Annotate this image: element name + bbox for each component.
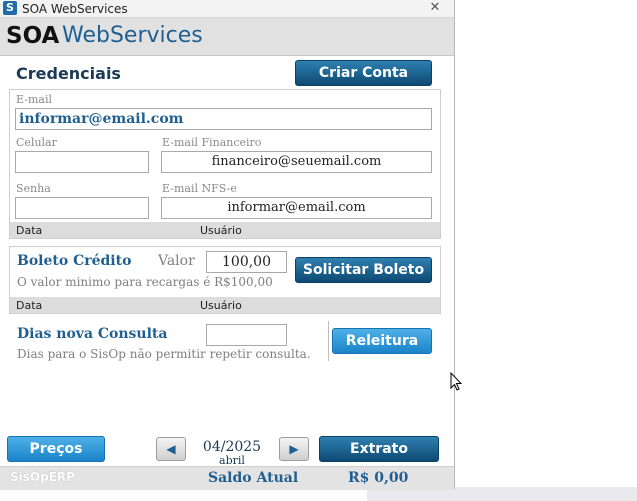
valor-label: Valor	[158, 253, 195, 269]
celular-field[interactable]	[15, 151, 149, 173]
close-icon[interactable]: ✕	[428, 1, 442, 15]
brand-secondary: WebServices	[62, 23, 203, 48]
valor-field[interactable]: 100,00	[206, 251, 287, 273]
boleto-grid-header: Data Usuário	[10, 297, 440, 313]
email-label: E-mail	[16, 93, 52, 106]
solicitar-boleto-button[interactable]: Solicitar Boleto	[295, 257, 432, 283]
email-field[interactable]: informar@email.com	[15, 108, 432, 130]
title-bar: S SOA WebServices ✕	[0, 0, 454, 18]
saldo-value: R$ 0,00	[348, 470, 409, 486]
brand-primary: SOA	[6, 23, 60, 49]
column-header-data[interactable]: Data	[16, 224, 42, 237]
chevron-left-icon: ◀	[166, 442, 176, 456]
period-label: 04/2025	[202, 439, 262, 455]
boleto-hint: O valor minimo para recargas é R$100,00	[17, 275, 273, 289]
senha-label: Senha	[16, 182, 51, 195]
previous-month-button[interactable]: ◀	[156, 437, 186, 461]
column-header-usuario[interactable]: Usuário	[200, 224, 242, 237]
releitura-button[interactable]: Releitura	[332, 328, 432, 354]
email-nfse-label: E-mail NFS-e	[162, 182, 237, 195]
column-header-data[interactable]: Data	[16, 299, 42, 312]
credenciais-heading: Credenciais	[16, 64, 121, 83]
saldo-label: Saldo Atual	[208, 470, 299, 486]
extrato-button[interactable]: Extrato	[319, 436, 439, 462]
consulta-hint: Dias para o SisOp não permitir repetir c…	[17, 347, 311, 361]
app-window: S SOA WebServices ✕ SOA WebServices Cred…	[0, 0, 455, 490]
status-bar: SisOpERP Saldo Atual R$ 0,00	[0, 466, 454, 490]
status-app-name: SisOpERP	[10, 470, 75, 484]
brand-header: SOA WebServices	[0, 18, 454, 56]
credentials-grid-header: Data Usuário	[10, 222, 440, 238]
column-header-usuario[interactable]: Usuário	[200, 299, 242, 312]
desktop-background	[456, 0, 637, 501]
email-financeiro-field[interactable]: financeiro@seuemail.com	[161, 151, 432, 173]
chevron-right-icon: ▶	[289, 442, 299, 456]
precos-button[interactable]: Preços	[7, 436, 105, 462]
next-month-button[interactable]: ▶	[279, 437, 309, 461]
senha-field[interactable]	[15, 197, 149, 219]
consulta-days-field[interactable]	[206, 324, 287, 346]
email-financeiro-label: E-mail Financeiro	[162, 136, 262, 149]
consulta-heading: Dias nova Consulta	[17, 326, 168, 342]
mouse-cursor-icon	[450, 372, 462, 391]
celular-label: Celular	[16, 136, 57, 149]
create-account-button[interactable]: Criar Conta	[295, 60, 432, 86]
email-nfse-field[interactable]: informar@email.com	[161, 197, 432, 219]
app-logo-icon: S	[3, 1, 17, 15]
boleto-heading: Boleto Crédito	[17, 253, 132, 269]
window-title: SOA WebServices	[22, 2, 128, 16]
vertical-divider	[328, 321, 329, 361]
